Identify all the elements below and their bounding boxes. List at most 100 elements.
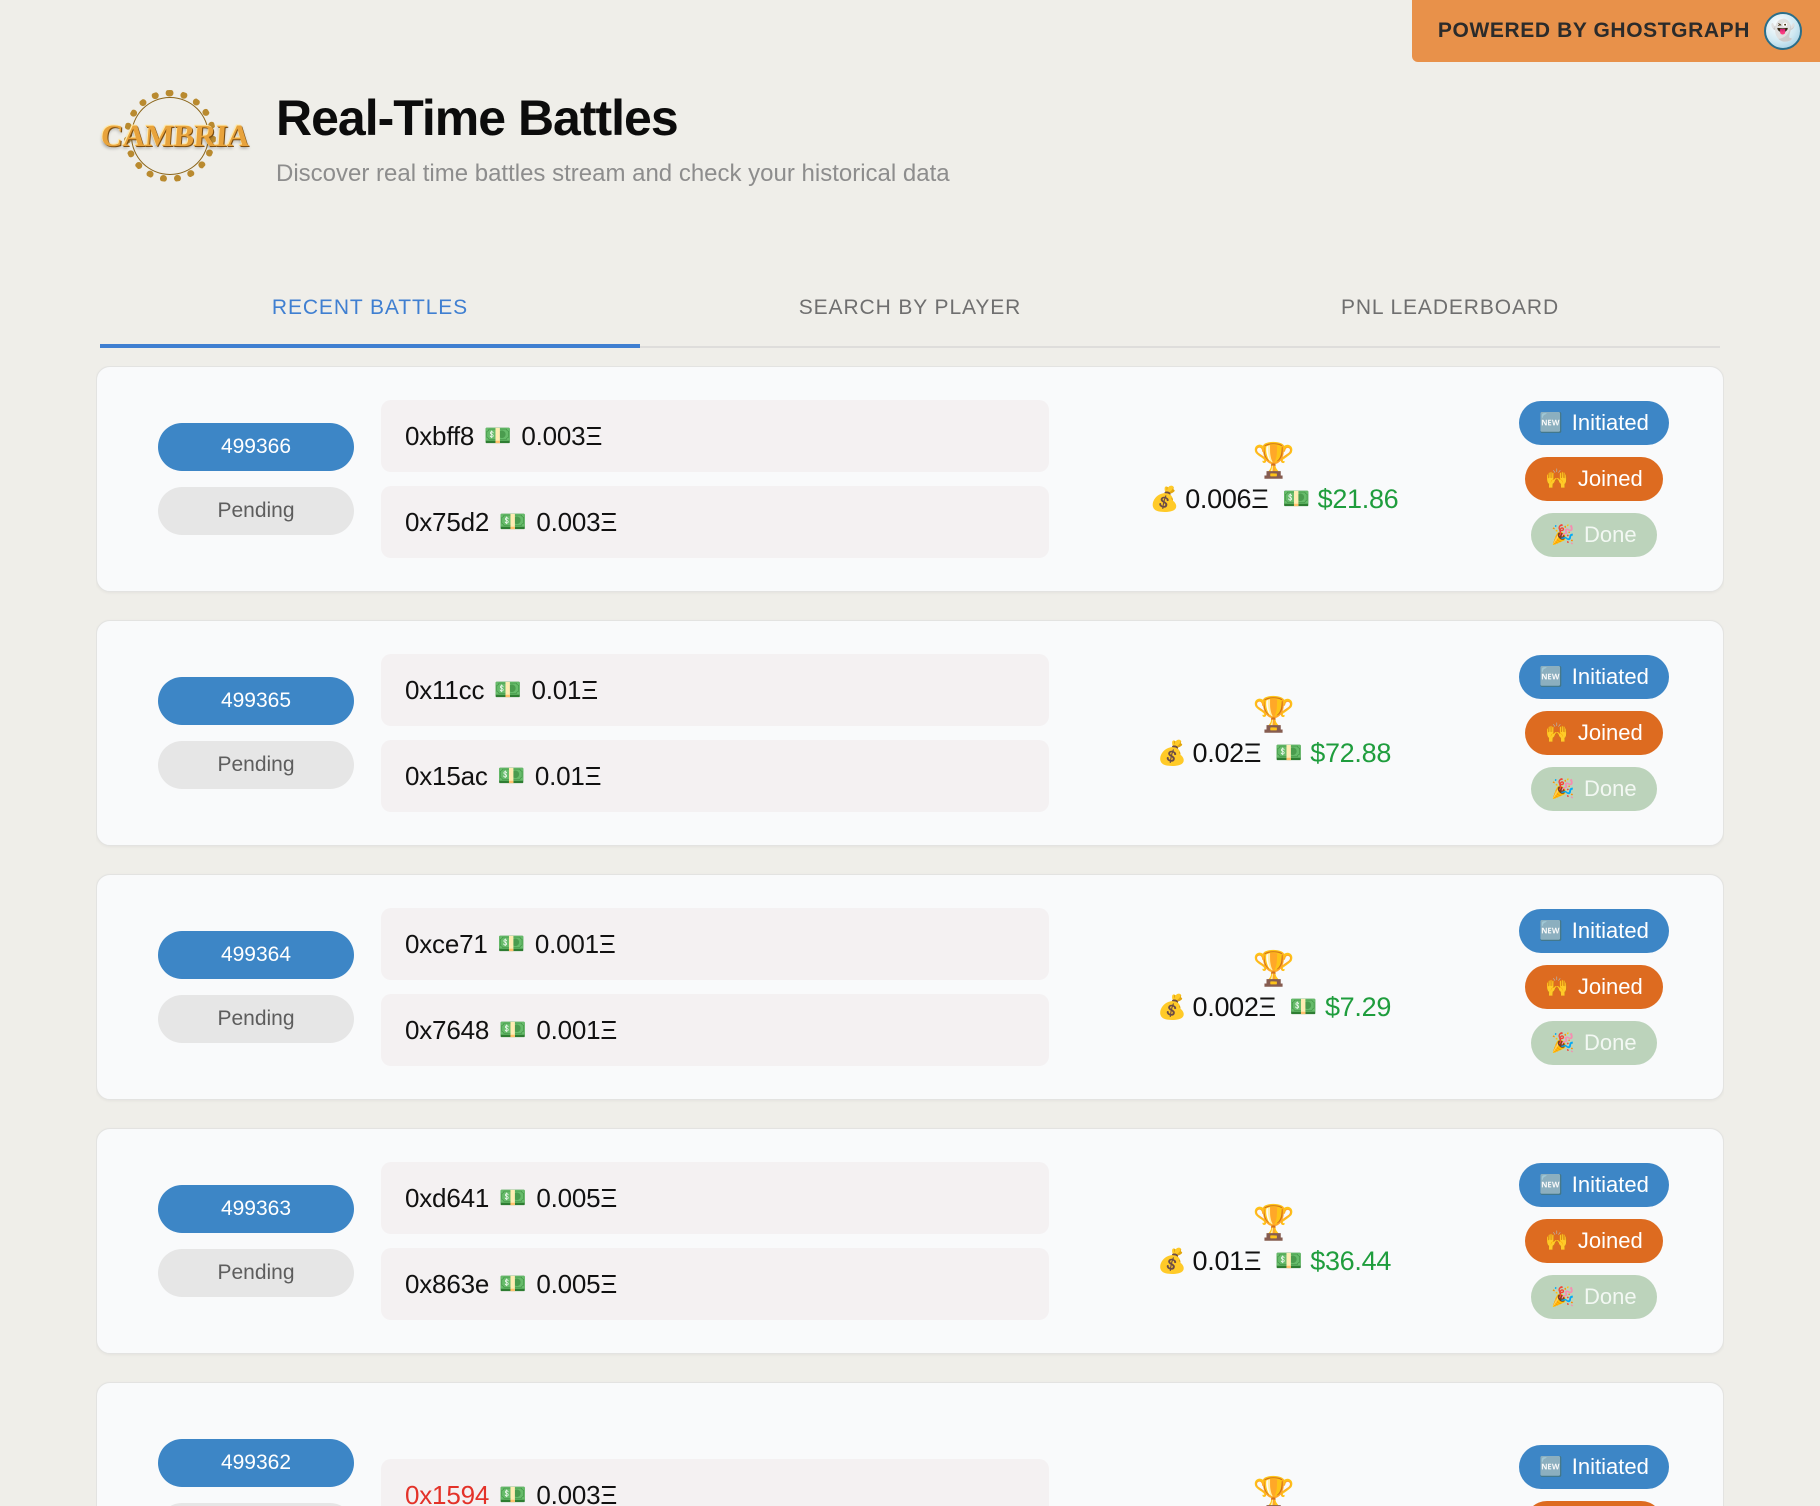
player-stake: 0.001Ξ [536, 1014, 618, 1045]
status-pill-done-label: Done [1584, 1030, 1637, 1055]
battle-id-badge[interactable]: 499366 [158, 423, 354, 471]
tab-search-by-player[interactable]: SEARCH BY PLAYER [640, 278, 1180, 346]
status-pill-joined[interactable]: 🙌 Joined [1525, 711, 1663, 755]
trophy-icon: 🏆 [1252, 1203, 1296, 1242]
player-row[interactable]: 0x7648 💵 0.001Ξ [381, 994, 1049, 1066]
page-header: CAMBRIA Real-Time Battles Discover real … [100, 88, 950, 188]
player-stake: 0.003Ξ [536, 1479, 618, 1506]
battle-card[interactable]: 499365 Pending 0x11cc 💵 0.01Ξ 0x15ac 💵 0… [96, 620, 1724, 846]
raised-hands-icon: 🙌 [1545, 976, 1569, 998]
battle-card[interactable]: 499366 Pending 0xbff8 💵 0.003Ξ 0x75d2 💵 … [96, 366, 1724, 592]
prize-eth: 0.02Ξ [1192, 737, 1262, 768]
battle-id-badge[interactable]: 499362 [158, 1439, 354, 1487]
ghost-icon: 👻 [1764, 12, 1802, 50]
player-row[interactable]: 0x75d2 💵 0.003Ξ [381, 486, 1049, 558]
battle-id-badge[interactable]: 499364 [158, 931, 354, 979]
tab-pnl-leaderboard-label: PNL LEADERBOARD [1340, 296, 1560, 319]
battle-card[interactable]: 499362 Pending 0x1594 💵 0.003Ξ 🏆 🆕 Initi… [96, 1382, 1724, 1506]
status-pill-joined[interactable]: 🙌 Joined [1525, 457, 1663, 501]
battle-status-group: 🆕 Initiated 🙌 Joined 🎉 Done [1499, 909, 1689, 1065]
battle-id-badge[interactable]: 499363 [158, 1185, 354, 1233]
money-bill-icon: 💵 [499, 1271, 527, 1296]
money-bill-icon: 💵 [1289, 994, 1317, 1019]
status-pill-initiated-label: Initiated [1571, 664, 1649, 689]
status-pill-joined-label: Joined [1577, 974, 1643, 999]
player-stake: 0.001Ξ [534, 928, 616, 959]
money-bag-icon: 💰 [1156, 1247, 1187, 1275]
money-bill-icon: 💵 [497, 931, 525, 956]
battle-status-group: 🆕 Initiated 🙌 Joined 🎉 Done [1499, 401, 1689, 557]
money-bill-icon: 💵 [497, 763, 525, 788]
status-pill-joined[interactable]: 🙌 Joined [1525, 965, 1663, 1009]
tab-recent-battles[interactable]: RECENT BATTLES [100, 278, 640, 348]
party-popper-icon: 🎉 [1551, 778, 1576, 800]
prize-eth: 0.01Ξ [1192, 1245, 1262, 1276]
player-address: 0x863e [405, 1268, 490, 1299]
battle-list[interactable]: 499366 Pending 0xbff8 💵 0.003Ξ 0x75d2 💵 … [96, 366, 1724, 1506]
status-pill-done[interactable]: 🎉 Done [1531, 1021, 1657, 1065]
page-subtitle: Discover real time battles stream and ch… [276, 159, 950, 187]
battle-card[interactable]: 499363 Pending 0xd641 💵 0.005Ξ 0x863e 💵 … [96, 1128, 1724, 1354]
player-row[interactable]: 0x1594 💵 0.003Ξ [381, 1459, 1049, 1506]
status-pill-initiated[interactable]: 🆕 Initiated [1519, 1445, 1669, 1489]
money-bill-icon: 💵 [1275, 1248, 1303, 1273]
battle-meta: 499365 Pending [131, 677, 381, 789]
battle-state-badge: Pending [158, 487, 354, 535]
raised-hands-icon: 🙌 [1545, 468, 1569, 490]
tab-bar: RECENT BATTLES SEARCH BY PLAYER PNL LEAD… [100, 278, 1720, 348]
prize-eth: 0.006Ξ [1185, 483, 1269, 514]
raised-hands-icon: 🙌 [1545, 1230, 1569, 1252]
player-address: 0xbff8 [405, 420, 475, 451]
battle-prize: 🏆 💰 0.002Ξ 💵 $7.29 [1049, 952, 1499, 1023]
status-pill-joined[interactable]: 🙌 Joined [1525, 1219, 1663, 1263]
player-row[interactable]: 0x863e 💵 0.005Ξ [381, 1248, 1049, 1320]
party-popper-icon: 🎉 [1551, 1032, 1576, 1054]
prize-line: 💰 0.002Ξ 💵 $7.29 [1157, 992, 1391, 1023]
player-row[interactable]: 0xce71 💵 0.001Ξ [381, 908, 1049, 980]
battle-prize: 🏆 💰 0.01Ξ 💵 $36.44 [1049, 1206, 1499, 1277]
new-icon: 🆕 [1539, 920, 1563, 942]
status-pill-initiated-label: Initiated [1571, 1172, 1649, 1197]
battle-meta: 499362 Pending [131, 1439, 381, 1506]
money-bill-icon: 💵 [1275, 740, 1303, 765]
player-row[interactable]: 0x15ac 💵 0.01Ξ [381, 740, 1049, 812]
new-icon: 🆕 [1539, 1174, 1563, 1196]
money-bill-icon: 💵 [1282, 486, 1310, 511]
status-pill-initiated[interactable]: 🆕 Initiated [1519, 1163, 1669, 1207]
status-pill-done[interactable]: 🎉 Done [1531, 1275, 1657, 1319]
battle-players: 0xbff8 💵 0.003Ξ 0x75d2 💵 0.003Ξ [381, 400, 1049, 558]
battle-card[interactable]: 499364 Pending 0xce71 💵 0.001Ξ 0x7648 💵 … [96, 874, 1724, 1100]
money-bag-icon: 💰 [1149, 485, 1180, 513]
status-pill-initiated-label: Initiated [1571, 918, 1649, 943]
player-row[interactable]: 0xbff8 💵 0.003Ξ [381, 400, 1049, 472]
status-pill-initiated[interactable]: 🆕 Initiated [1519, 909, 1669, 953]
player-stake: 0.005Ξ [536, 1268, 618, 1299]
tab-pnl-leaderboard[interactable]: PNL LEADERBOARD [1180, 278, 1720, 346]
status-pill-done-label: Done [1584, 522, 1637, 547]
status-pill-done[interactable]: 🎉 Done [1531, 513, 1657, 557]
player-row[interactable]: 0x11cc 💵 0.01Ξ [381, 654, 1049, 726]
player-address: 0xce71 [405, 928, 488, 959]
money-bill-icon: 💵 [499, 1017, 527, 1042]
battle-id-badge[interactable]: 499365 [158, 677, 354, 725]
status-pill-initiated[interactable]: 🆕 Initiated [1519, 401, 1669, 445]
powered-by-ghostgraph-badge[interactable]: POWERED BY GHOSTGRAPH 👻 [1411, 0, 1820, 62]
status-pill-joined[interactable]: 🙌 Joined [1525, 1501, 1663, 1506]
prize-line: 💰 0.006Ξ 💵 $21.86 [1150, 484, 1399, 515]
new-icon: 🆕 [1539, 666, 1563, 688]
party-popper-icon: 🎉 [1551, 524, 1576, 546]
player-row[interactable]: 0xd641 💵 0.005Ξ [381, 1162, 1049, 1234]
status-pill-initiated[interactable]: 🆕 Initiated [1519, 655, 1669, 699]
prize-usd: $7.29 [1324, 991, 1392, 1022]
battle-meta: 499366 Pending [131, 423, 381, 535]
trophy-icon: 🏆 [1252, 695, 1296, 734]
battle-players: 0xd641 💵 0.005Ξ 0x863e 💵 0.005Ξ [381, 1162, 1049, 1320]
player-stake: 0.003Ξ [536, 506, 618, 537]
logo-wordmark: CAMBRIA [99, 118, 251, 153]
player-stake: 0.01Ξ [531, 674, 598, 705]
battle-status-group: 🆕 Initiated 🙌 Joined 🎉 Done [1499, 1163, 1689, 1319]
player-address: 0x75d2 [405, 506, 490, 537]
status-pill-done[interactable]: 🎉 Done [1531, 767, 1657, 811]
prize-usd: $36.44 [1310, 1245, 1392, 1276]
status-pill-joined-label: Joined [1577, 720, 1643, 745]
